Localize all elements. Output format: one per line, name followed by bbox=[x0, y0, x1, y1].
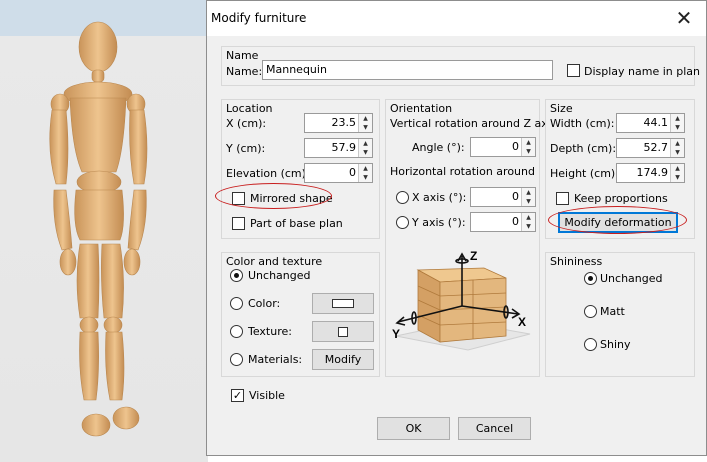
keep-proportions-label: Keep proportions bbox=[574, 192, 668, 205]
visible-label: Visible bbox=[249, 389, 285, 402]
mannequin-model bbox=[49, 21, 148, 437]
x-value: 23.5 bbox=[331, 116, 357, 129]
matt-radio[interactable] bbox=[584, 305, 597, 318]
materials-label: Materials: bbox=[248, 353, 303, 366]
x-spinner[interactable]: 23.5 ▲ ▼ bbox=[304, 113, 373, 133]
texture-button[interactable] bbox=[312, 321, 374, 342]
modify-furniture-dialog: Modify furniture ✕ Name Name: Mannequin … bbox=[206, 0, 707, 456]
depth-spinner[interactable]: 52.7 ▲ ▼ bbox=[616, 138, 685, 158]
height-spinner-arrows[interactable]: ▲ ▼ bbox=[670, 164, 684, 182]
cancel-button[interactable]: Cancel bbox=[458, 417, 531, 440]
y-axis-spinner-arrows[interactable]: ▲ ▼ bbox=[521, 213, 535, 231]
name-group: Name Name: Mannequin Display name in pla… bbox=[221, 46, 700, 86]
materials-modify-button[interactable]: Modify bbox=[312, 349, 374, 370]
height-spinner[interactable]: 174.9 ▲ ▼ bbox=[616, 163, 685, 183]
depth-spinner-arrows[interactable]: ▲ ▼ bbox=[670, 139, 684, 157]
mirrored-shape-highlight bbox=[215, 183, 332, 209]
name-group-title: Name bbox=[226, 49, 259, 62]
shiny-label: Shiny bbox=[600, 338, 631, 351]
x-axis-value: 0 bbox=[512, 190, 519, 203]
orientation-group-title: Orientation bbox=[390, 102, 453, 115]
color-label: Color: bbox=[248, 297, 281, 310]
shininess-group-title: Shininess bbox=[550, 255, 603, 268]
depth-label: Depth (cm): bbox=[550, 142, 617, 155]
x-axis-radio[interactable] bbox=[396, 191, 409, 204]
height-label: Height (cm): bbox=[550, 167, 619, 180]
angle-value: 0 bbox=[512, 140, 519, 153]
texture-unchanged-label: Unchanged bbox=[248, 269, 311, 282]
color-swatch-icon bbox=[332, 299, 354, 308]
axis-y-label: Y bbox=[392, 327, 400, 341]
elevation-label: Elevation (cm): bbox=[226, 167, 310, 180]
shininess-unchanged-radio[interactable] bbox=[584, 272, 597, 285]
color-texture-group-title: Color and texture bbox=[226, 255, 323, 268]
materials-radio[interactable] bbox=[230, 353, 243, 366]
title-bar: Modify furniture ✕ bbox=[207, 1, 706, 36]
width-spinner[interactable]: 44.1 ▲ ▼ bbox=[616, 113, 685, 133]
y-axis-value: 0 bbox=[512, 215, 519, 228]
axis-x-label: X bbox=[518, 315, 526, 329]
name-input[interactable]: Mannequin bbox=[262, 60, 553, 80]
base-plan-label: Part of base plan bbox=[250, 217, 343, 230]
y-axis-radio[interactable] bbox=[396, 216, 409, 229]
base-plan-checkbox[interactable] bbox=[232, 217, 245, 230]
close-icon[interactable]: ✕ bbox=[662, 1, 706, 35]
color-radio[interactable] bbox=[230, 297, 243, 310]
y-spinner-arrows[interactable]: ▲ ▼ bbox=[358, 139, 372, 157]
ok-button[interactable]: OK bbox=[377, 417, 450, 440]
vertical-rotation-label: Vertical rotation around Z axis bbox=[390, 117, 557, 130]
y-label: Y (cm): bbox=[226, 142, 266, 155]
modify-deformation-highlight bbox=[548, 206, 687, 234]
size-group-title: Size bbox=[550, 102, 573, 115]
keep-proportions-checkbox[interactable] bbox=[556, 192, 569, 205]
3d-view[interactable] bbox=[0, 0, 208, 462]
matt-label: Matt bbox=[600, 305, 625, 318]
angle-spinner-arrows[interactable]: ▲ ▼ bbox=[521, 138, 535, 156]
angle-spinner[interactable]: 0 ▲ ▼ bbox=[470, 137, 536, 157]
texture-swatch-icon bbox=[338, 326, 348, 337]
axis-z-label: Z bbox=[470, 249, 477, 263]
location-group: Location X (cm): 23.5 ▲ ▼ Y (cm): 57.9 ▲ ▼… bbox=[221, 99, 380, 239]
x-label: X (cm): bbox=[226, 117, 267, 130]
horizontal-rotation-label: Horizontal rotation around bbox=[390, 165, 535, 178]
elevation-spinner-arrows[interactable]: ▲ ▼ bbox=[358, 164, 372, 182]
visible-checkbox[interactable]: ✓ bbox=[231, 389, 244, 402]
width-label: Width (cm): bbox=[550, 117, 615, 130]
width-spinner-arrows[interactable]: ▲ ▼ bbox=[670, 114, 684, 132]
name-label: Name: bbox=[226, 65, 263, 78]
elevation-spinner[interactable]: 0 ▲ ▼ bbox=[304, 163, 373, 183]
texture-label: Texture: bbox=[248, 325, 292, 338]
y-spinner[interactable]: 57.9 ▲ ▼ bbox=[304, 138, 373, 158]
shiny-radio[interactable] bbox=[584, 338, 597, 351]
x-spinner-arrows[interactable]: ▲ ▼ bbox=[358, 114, 372, 132]
height-value: 174.9 bbox=[636, 166, 669, 179]
elevation-value: 0 bbox=[349, 166, 356, 179]
color-texture-group: Color and texture Unchanged Color: Textu… bbox=[221, 252, 380, 377]
depth-value: 52.7 bbox=[643, 141, 669, 154]
location-group-title: Location bbox=[226, 102, 273, 115]
dresser-rotation-illustration: Z X Y bbox=[392, 249, 531, 351]
shininess-unchanged-label: Unchanged bbox=[600, 272, 663, 285]
display-name-checkbox[interactable] bbox=[567, 64, 580, 77]
x-axis-spinner[interactable]: 0 ▲ ▼ bbox=[470, 187, 536, 207]
y-axis-spinner[interactable]: 0 ▲ ▼ bbox=[470, 212, 536, 232]
y-value: 57.9 bbox=[331, 141, 357, 154]
y-axis-label: Y axis (°): bbox=[412, 216, 466, 229]
dialog-title: Modify furniture bbox=[211, 11, 307, 25]
shininess-group: Shininess Unchanged Matt Shiny bbox=[545, 252, 695, 377]
color-button[interactable] bbox=[312, 293, 374, 314]
width-value: 44.1 bbox=[643, 116, 669, 129]
orientation-group: Orientation Vertical rotation around Z a… bbox=[385, 99, 557, 377]
x-axis-spinner-arrows[interactable]: ▲ ▼ bbox=[521, 188, 535, 206]
angle-label: Angle (°): bbox=[412, 141, 465, 154]
texture-unchanged-radio[interactable] bbox=[230, 269, 243, 282]
texture-radio[interactable] bbox=[230, 325, 243, 338]
x-axis-label: X axis (°): bbox=[412, 191, 467, 204]
display-name-label: Display name in plan bbox=[584, 65, 701, 78]
